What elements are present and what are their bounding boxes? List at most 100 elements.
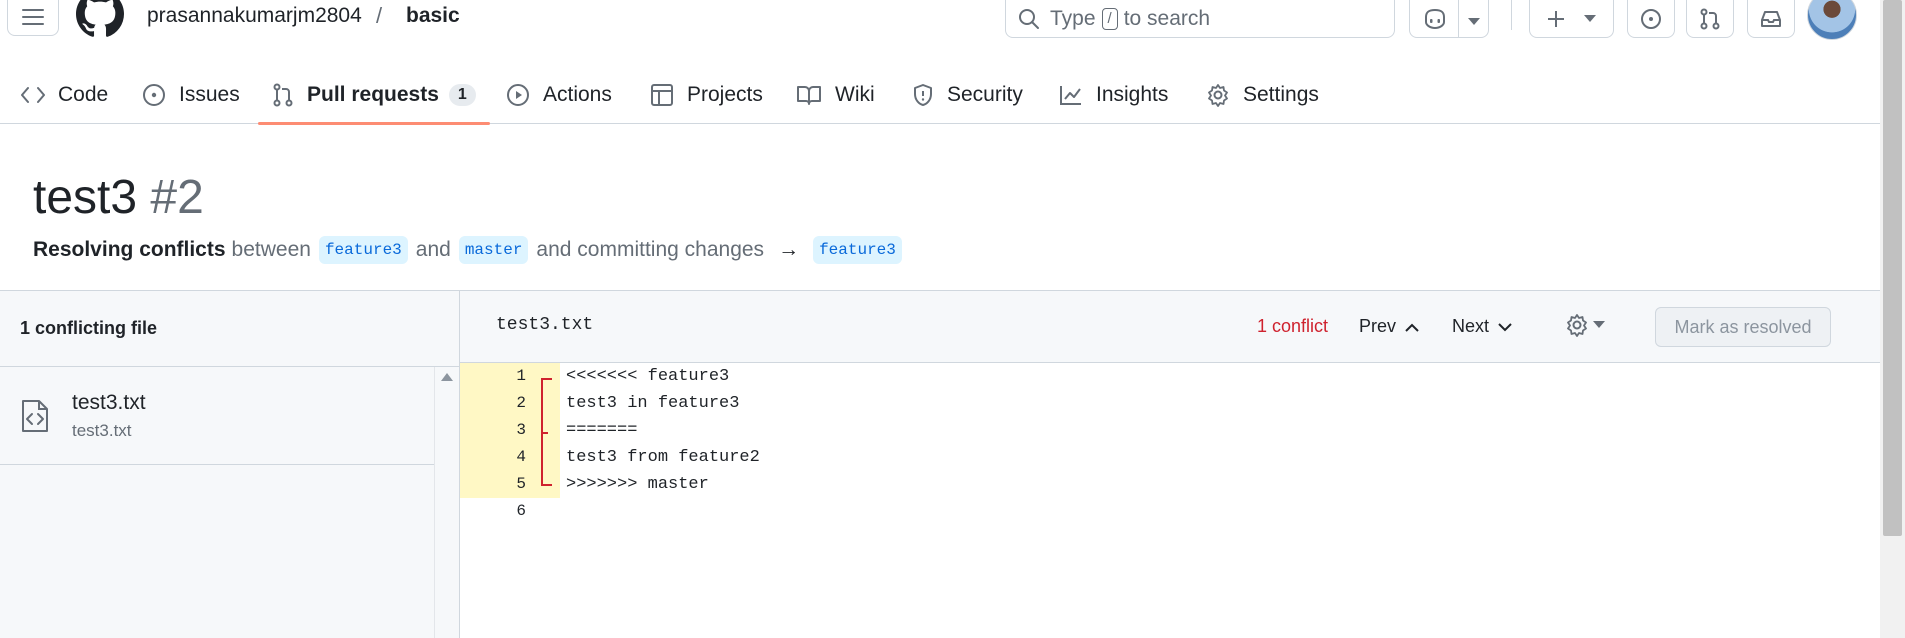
scrollbar-thumb[interactable] (1883, 0, 1902, 536)
tab-security[interactable]: Security (912, 66, 1023, 124)
editor-settings-button[interactable] (1565, 313, 1605, 337)
line-number: 6 (516, 502, 526, 520)
tab-code[interactable]: Code (21, 66, 108, 124)
gear-icon (1208, 84, 1228, 107)
tab-projects[interactable]: Projects (650, 66, 763, 124)
list-item[interactable]: test3.txt test3.txt (0, 367, 434, 465)
search-suffix: to search (1123, 7, 1211, 30)
pr-title: test3 (33, 171, 138, 224)
inbox-icon (1761, 11, 1781, 27)
shield-icon (914, 84, 932, 106)
next-label: Next (1452, 316, 1490, 336)
menu-button[interactable] (7, 0, 59, 36)
editor-toolbar: test3.txt 1 conflict Prev Next Mark as r… (460, 291, 1880, 363)
next-conflict-button[interactable]: Next (1452, 316, 1513, 337)
prev-conflict-button[interactable]: Prev (1359, 316, 1420, 337)
chevron-down-icon (1498, 322, 1512, 331)
breadcrumb-separator: / (376, 3, 383, 28)
line-text: <<<<<<< feature3 (566, 367, 730, 386)
code-line: 4 test3 from feature2 (460, 444, 1880, 471)
page-title: test3 #2 (33, 170, 204, 225)
pull-requests-counter: 1 (448, 84, 476, 106)
repo-owner-link[interactable]: prasannakumarjm2804 (147, 4, 362, 28)
scroll-up-icon[interactable] (441, 373, 453, 381)
gear-icon (1567, 314, 1587, 337)
code-line: 6 (460, 498, 1880, 525)
conflict-file-list: 1 conflicting file test3.txt test3.txt (0, 291, 460, 638)
pr-subtitle: Resolving conflicts between feature3 and… (33, 236, 910, 264)
tab-actions[interactable]: Actions (506, 66, 612, 124)
tab-pull-requests[interactable]: Pull requests 1 (258, 66, 490, 125)
conflict-editor: test3.txt 1 conflict Prev Next Mark as r… (460, 291, 1880, 638)
file-code-icon (22, 399, 48, 432)
tab-label: Security (947, 83, 1023, 106)
subtitle-and: and (415, 238, 451, 261)
conflict-marker-bracket (541, 378, 552, 486)
tab-label: Settings (1243, 83, 1319, 106)
code-line: 3 ======= (460, 417, 1880, 444)
subtitle-between: between (231, 238, 311, 261)
chevron-up-icon (1405, 323, 1419, 332)
issue-opened-icon (1641, 9, 1661, 29)
code-icon (21, 87, 45, 103)
code-line: 2 test3 in feature3 (460, 390, 1880, 417)
branch-label[interactable]: master (458, 236, 529, 264)
line-text: test3 from feature2 (566, 448, 760, 467)
search-input[interactable]: Type / to search (1005, 0, 1395, 38)
line-text: test3 in feature3 (566, 394, 740, 413)
pr-number: #2 (150, 171, 204, 224)
code-area[interactable]: 1 <<<<<<< feature3 2 test3 in feature3 3 ==… (460, 363, 1880, 525)
tab-label: Code (58, 83, 109, 106)
search-shortcut-key: / (1101, 8, 1118, 30)
tab-wiki[interactable]: Wiki (796, 66, 875, 124)
search-prefix: Type (1050, 7, 1096, 30)
tab-label: Issues (179, 83, 240, 106)
tab-insights[interactable]: Insights (1059, 66, 1168, 124)
avatar[interactable] (1807, 0, 1857, 40)
repo-navigation: Code Issues Pull requests 1 Actions Proj… (0, 66, 1880, 125)
branch-label[interactable]: feature3 (318, 236, 408, 264)
conflicting-files-heading: 1 conflicting file (0, 291, 459, 367)
chevron-down-icon (1584, 15, 1596, 22)
plus-icon (1548, 11, 1564, 27)
mark-as-resolved-button[interactable]: Mark as resolved (1655, 307, 1831, 347)
tab-label: Projects (687, 83, 763, 106)
chevron-down-icon (1593, 321, 1605, 328)
subtitle-rest: and committing changes (536, 238, 765, 261)
pull-requests-button[interactable] (1686, 0, 1734, 38)
tab-label: Pull requests (307, 83, 439, 106)
code-line: 1 <<<<<<< feature3 (460, 363, 1880, 390)
conflict-count: 1 conflict (1257, 316, 1329, 336)
git-pull-request-icon (273, 83, 293, 107)
github-logo-icon[interactable] (76, 0, 124, 38)
arrow-right-icon: → (778, 238, 800, 261)
create-new-button[interactable] (1529, 0, 1614, 38)
inbox-button[interactable] (1747, 0, 1795, 38)
tab-label: Insights (1096, 83, 1169, 106)
page-scrollbar[interactable] (1880, 0, 1905, 638)
sidebar-scrollbar[interactable] (434, 367, 460, 638)
tab-label: Wiki (835, 83, 875, 106)
tab-issues[interactable]: Issues (142, 66, 240, 124)
branch-label[interactable]: feature3 (813, 236, 902, 264)
play-icon (507, 84, 529, 106)
table-icon (651, 84, 673, 106)
header-divider (1511, 0, 1512, 30)
book-icon (797, 86, 821, 105)
tab-label: Actions (543, 83, 612, 106)
repo-name-link[interactable]: basic (406, 4, 460, 28)
hamburger-icon (22, 9, 44, 25)
issues-button[interactable] (1627, 0, 1675, 38)
editor-filename: test3.txt (496, 315, 594, 335)
file-path: test3.txt (72, 420, 132, 440)
tab-settings[interactable]: Settings (1206, 66, 1319, 124)
copilot-button[interactable] (1409, 0, 1489, 38)
code-line: 5 >>>>>>> master (460, 471, 1880, 498)
search-icon (1019, 9, 1039, 29)
copilot-icon (1425, 8, 1445, 30)
graph-icon (1060, 86, 1081, 105)
line-text: ======= (566, 421, 638, 440)
line-text: >>>>>>> master (566, 475, 709, 494)
chevron-down-icon (1468, 18, 1480, 25)
git-pull-request-icon (1700, 8, 1720, 30)
